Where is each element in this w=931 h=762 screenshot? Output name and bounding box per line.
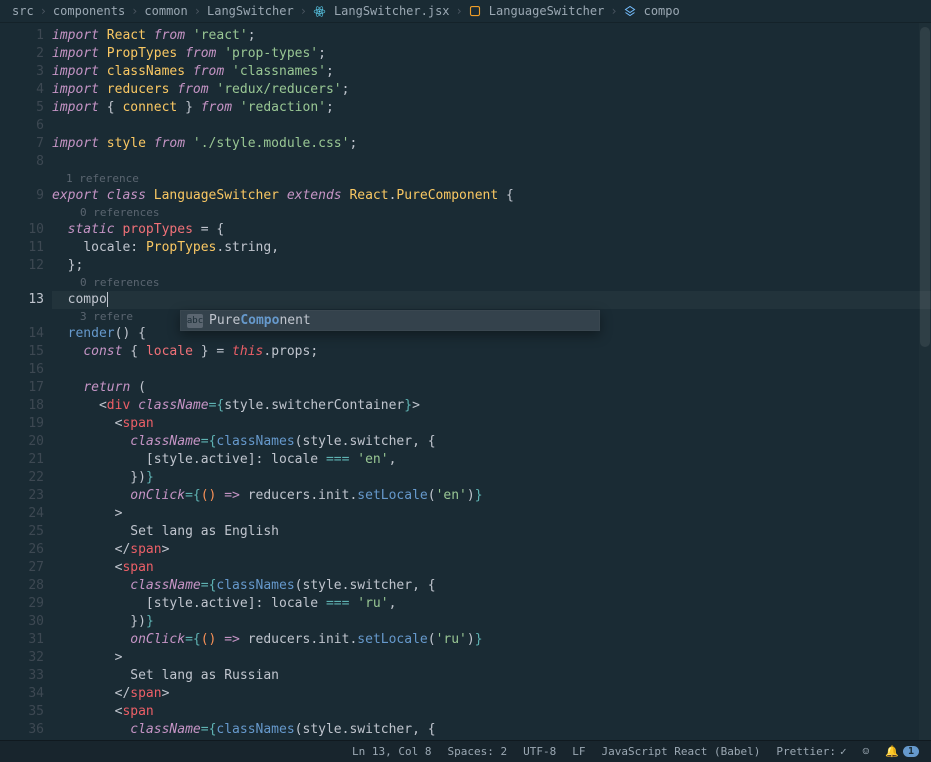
breadcrumb-symbol[interactable]: compo: [644, 4, 680, 18]
chevron-right-icon: ›: [456, 4, 463, 18]
vertical-scrollbar[interactable]: [919, 23, 931, 740]
status-notifications[interactable]: 🔔1: [885, 745, 919, 758]
status-prettier[interactable]: Prettier: ✓: [776, 745, 846, 758]
chevron-right-icon: ›: [40, 4, 47, 18]
breadcrumb-symbol[interactable]: LanguageSwitcher: [489, 4, 605, 18]
field-symbol-icon: [624, 5, 636, 17]
chevron-right-icon: ›: [610, 4, 617, 18]
status-language[interactable]: JavaScript React (Babel): [601, 745, 760, 758]
typed-text: compo: [68, 292, 108, 307]
check-icon: ✓: [840, 745, 847, 758]
notification-count: 1: [903, 746, 919, 757]
chevron-right-icon: ›: [131, 4, 138, 18]
line-number-gutter[interactable]: 12345678 9 101112 13 1415161718192021222…: [0, 23, 52, 740]
breadcrumb-file[interactable]: LangSwitcher.jsx: [334, 4, 450, 18]
breadcrumb[interactable]: src › components › common › LangSwitcher…: [0, 0, 931, 23]
class-symbol-icon: [469, 5, 481, 17]
status-encoding[interactable]: UTF-8: [523, 745, 556, 758]
breadcrumb-item[interactable]: LangSwitcher: [207, 4, 294, 18]
editor[interactable]: 12345678 9 101112 13 1415161718192021222…: [0, 23, 931, 740]
scrollbar-thumb[interactable]: [920, 27, 930, 347]
breadcrumb-item[interactable]: components: [53, 4, 125, 18]
autocomplete-item[interactable]: abc PureComponent: [181, 311, 599, 330]
autocomplete-label: PureComponent: [209, 313, 311, 328]
codelens-references[interactable]: 1 reference: [52, 171, 931, 187]
smile-icon: ☺: [863, 745, 870, 758]
bell-icon: 🔔: [885, 745, 899, 758]
code-content[interactable]: import React from 'react'; import PropTy…: [52, 23, 931, 740]
status-feedback[interactable]: ☺: [863, 745, 870, 758]
codelens-references[interactable]: 0 references: [52, 205, 931, 221]
chevron-right-icon: ›: [194, 4, 201, 18]
react-file-icon: [313, 5, 326, 18]
chevron-right-icon: ›: [300, 4, 307, 18]
codelens-references[interactable]: 0 references: [52, 275, 931, 291]
status-cursor-position[interactable]: Ln 13, Col 8: [352, 745, 431, 758]
status-indentation[interactable]: Spaces: 2: [447, 745, 507, 758]
autocomplete-popup[interactable]: abc PureComponent: [180, 310, 600, 331]
statusbar: Ln 13, Col 8 Spaces: 2 UTF-8 LF JavaScri…: [0, 740, 931, 762]
status-eol[interactable]: LF: [572, 745, 585, 758]
breadcrumb-item[interactable]: common: [144, 4, 187, 18]
breadcrumb-item[interactable]: src: [12, 4, 34, 18]
text-kind-icon: abc: [187, 314, 203, 328]
